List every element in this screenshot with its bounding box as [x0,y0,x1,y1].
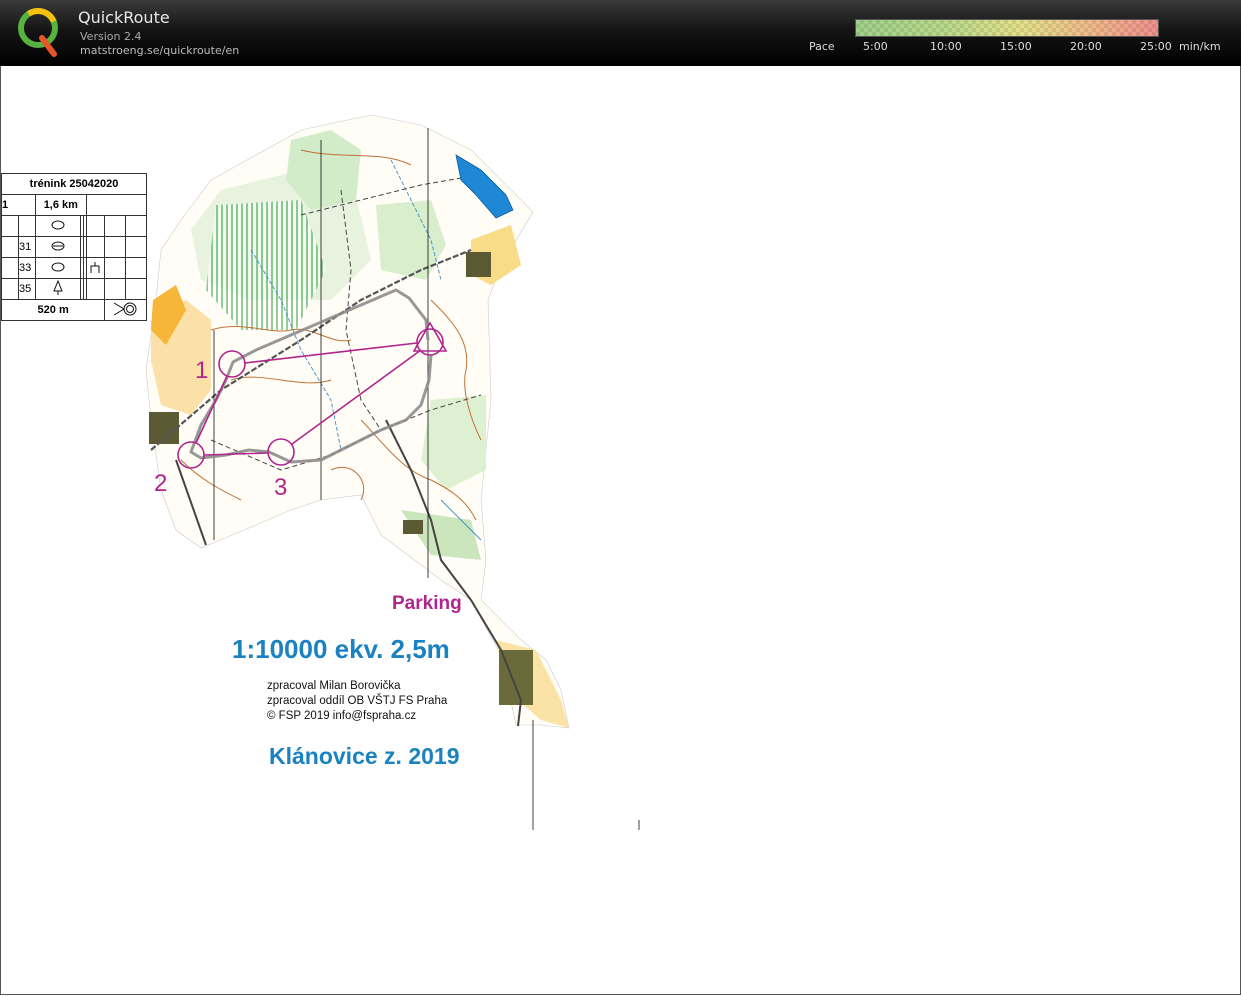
ellipse-split-symbol-icon [34,236,82,258]
pace-tick: 10:00 [930,40,962,53]
control-code: 33 [18,257,36,279]
app-url-link[interactable]: matstroeng.se/quickroute/en [80,44,239,57]
control-code: 35 [18,278,36,300]
pace-tick: 25:00 [1140,40,1172,53]
course-length: 1,6 km [35,194,87,216]
ellipse-symbol-icon [34,215,82,237]
credit-line: © FSP 2019 info@fspraha.cz [267,710,416,722]
credit-line: zpracoval oddíl OB VŠTJ FS Praha [267,694,448,707]
parking-label: Parking [392,593,462,614]
pace-color-scale [855,19,1159,37]
control-code: 31 [18,236,36,258]
pace-tick: 5:00 [863,40,888,53]
tree-symbol-icon [34,278,82,300]
finish-distance: 520 m [0,299,106,321]
map-canvas[interactable]: 1 2 3 Parking 1:10000 ekv. 2,5m zpracova… [0,66,1241,995]
orienteering-map[interactable]: 1 2 3 Parking 1:10000 ekv. 2,5m zpracova… [1,66,1240,994]
control-number-2: 2 [154,470,167,497]
control-number-1: 1 [195,357,208,384]
pace-unit: min/km [1179,40,1221,53]
pace-tick: 15:00 [1000,40,1032,53]
feature-symbol-icon [85,257,106,279]
app-title: QuickRoute [78,8,170,27]
control-number-3: 3 [274,474,287,501]
control-code [18,215,36,237]
pace-tick: 20:00 [1070,40,1102,53]
map-name: Klánovice z. 2019 [269,743,460,769]
map-scale: 1:10000 ekv. 2,5m [232,634,450,664]
quickroute-logo-icon [18,8,58,57]
finish-symbol-icon [104,299,147,321]
pace-label: Pace [809,40,835,53]
credit-line: zpracoval Milan Borovička [267,680,401,692]
course-title: trénink 25042020 [1,173,147,195]
ellipse-symbol-icon [34,257,82,279]
app-header: QuickRoute Version 2.4 matstroeng.se/qui… [0,0,1241,67]
app-version: Version 2.4 [80,30,142,43]
control-description-sheet: trénink 25042020 1 1,6 km 31 33 35 520 m [0,173,148,321]
course-number: 1 [1,194,36,216]
